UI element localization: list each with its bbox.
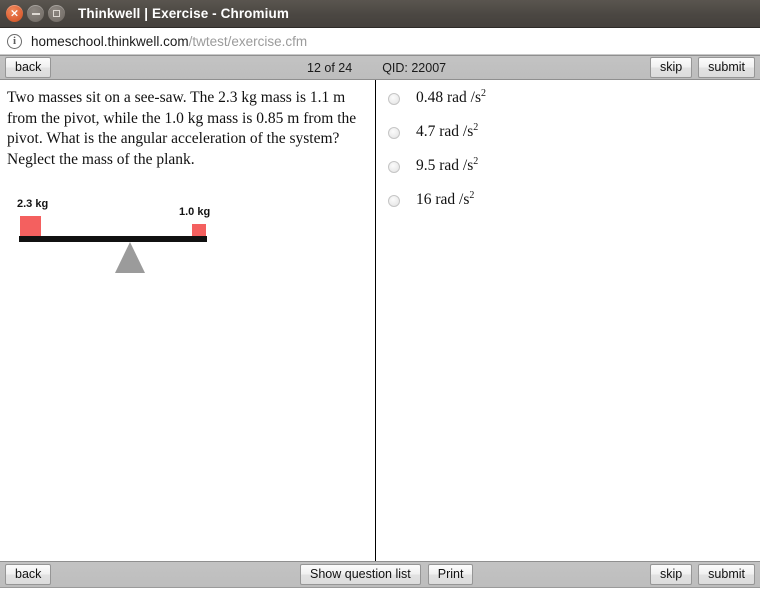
answer-value-3: 16 bbox=[416, 191, 432, 208]
skip-button-bottom[interactable]: skip bbox=[649, 564, 693, 585]
show-question-list-button[interactable]: Show question list bbox=[300, 564, 421, 585]
window-controls: × bbox=[0, 5, 65, 22]
submit-button-bottom[interactable]: submit bbox=[698, 564, 755, 585]
close-glyph: × bbox=[9, 6, 20, 20]
answer-label-1: 4.7 rad /s2 bbox=[416, 122, 478, 142]
answer-unit-3: rad /s bbox=[435, 191, 470, 208]
left-mass-block bbox=[20, 216, 41, 236]
answer-option-2[interactable]: 9.5 rad /s2 bbox=[376, 156, 760, 190]
left-mass-label: 2.3 kg bbox=[17, 198, 49, 210]
url-text: homeschool.thinkwell.com/twtest/exercise… bbox=[31, 34, 307, 49]
exercise-content: Two masses sit on a see-saw. The 2.3 kg … bbox=[0, 80, 760, 561]
answer-exponent-1: 2 bbox=[473, 121, 479, 133]
minimize-window-icon[interactable] bbox=[27, 5, 44, 22]
exercise-toolbar-bottom: back Show question list Print skip submi… bbox=[0, 561, 760, 588]
answer-unit-0: rad /s bbox=[447, 89, 482, 106]
answer-exponent-3: 2 bbox=[469, 189, 475, 201]
pivot-triangle-icon bbox=[115, 242, 145, 273]
answer-exponent-0: 2 bbox=[481, 87, 487, 99]
question-progress: 12 of 24 bbox=[307, 60, 353, 75]
answer-option-1[interactable]: 4.7 rad /s2 bbox=[376, 122, 760, 156]
window-titlebar: × Thinkwell | Exercise - Chromium bbox=[0, 0, 760, 28]
url-domain: homeschool.thinkwell.com bbox=[31, 33, 189, 49]
answer-radio-3[interactable] bbox=[388, 195, 400, 207]
url-path: /twtest/exercise.cfm bbox=[188, 33, 308, 49]
skip-button-top[interactable]: skip bbox=[649, 57, 693, 78]
back-button-bottom[interactable]: back bbox=[5, 564, 52, 585]
answer-unit-1: rad /s bbox=[439, 123, 474, 140]
answer-radio-1[interactable] bbox=[388, 127, 400, 139]
right-mass-label: 1.0 kg bbox=[179, 206, 211, 218]
submit-button-top[interactable]: submit bbox=[698, 57, 755, 78]
answer-label-2: 9.5 rad /s2 bbox=[416, 156, 478, 176]
minimize-glyph bbox=[31, 12, 40, 15]
exercise-toolbar-top: back 12 of 24 QID: 22007 skip submit bbox=[0, 55, 760, 80]
maximize-window-icon[interactable] bbox=[48, 5, 65, 22]
question-text: Two masses sit on a see-saw. The 2.3 kg … bbox=[7, 89, 357, 168]
print-button[interactable]: Print bbox=[427, 564, 474, 585]
browser-url-bar[interactable]: i homeschool.thinkwell.com/twtest/exerci… bbox=[0, 28, 760, 55]
answer-label-0: 0.48 rad /s2 bbox=[416, 88, 486, 108]
answer-radio-2[interactable] bbox=[388, 161, 400, 173]
see-saw-plank bbox=[19, 236, 207, 242]
answer-value-2: 9.5 bbox=[416, 157, 436, 174]
site-info-icon[interactable]: i bbox=[7, 33, 22, 49]
question-status-group: 12 of 24 QID: 22007 bbox=[307, 61, 446, 75]
back-button-top[interactable]: back bbox=[5, 57, 52, 78]
window-title: Thinkwell | Exercise - Chromium bbox=[78, 6, 289, 21]
answer-exponent-2: 2 bbox=[473, 155, 479, 167]
answers-pane: 0.48 rad /s2 4.7 rad /s2 9.5 rad /s2 16 … bbox=[376, 80, 760, 561]
answer-label-3: 16 rad /s2 bbox=[416, 190, 474, 210]
answer-value-0: 0.48 bbox=[416, 89, 444, 106]
toolbar-center-group: Show question list Print bbox=[300, 564, 474, 585]
question-id: QID: 22007 bbox=[382, 60, 447, 75]
question-pane: Two masses sit on a see-saw. The 2.3 kg … bbox=[0, 80, 376, 561]
answer-option-3[interactable]: 16 rad /s2 bbox=[376, 190, 760, 224]
answer-option-0[interactable]: 0.48 rad /s2 bbox=[376, 88, 760, 122]
maximize-glyph bbox=[53, 10, 60, 17]
answer-options-list: 0.48 rad /s2 4.7 rad /s2 9.5 rad /s2 16 … bbox=[376, 88, 760, 224]
answer-value-1: 4.7 bbox=[416, 123, 436, 140]
close-window-icon[interactable]: × bbox=[6, 5, 23, 22]
answer-unit-2: rad /s bbox=[439, 157, 474, 174]
see-saw-diagram: 2.3 kg 1.0 kg bbox=[7, 192, 227, 277]
answer-radio-0[interactable] bbox=[388, 93, 400, 105]
